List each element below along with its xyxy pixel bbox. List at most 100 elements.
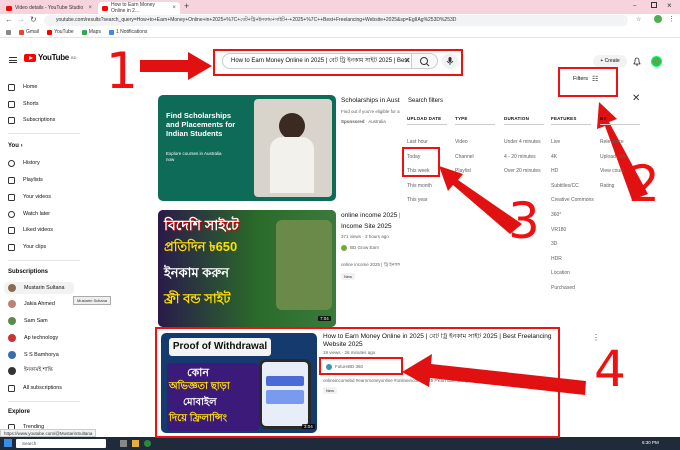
filter-option[interactable]: This month [407, 183, 432, 189]
filter-option[interactable]: Under 4 minutes [504, 139, 541, 145]
taskbar-app-icon[interactable] [120, 440, 127, 447]
filter-option[interactable]: Playlist [455, 168, 471, 174]
filter-column-heading: BY [600, 116, 607, 121]
video-title[interactable]: online income 2025 | [341, 212, 407, 220]
apps-icon[interactable] [6, 29, 11, 35]
bookmark-notifications[interactable]: 1 Notifications [108, 29, 147, 35]
history-icon [8, 159, 15, 167]
sidebar-item-home[interactable]: Home [8, 81, 37, 93]
bookmark-youtube[interactable]: YouTube [47, 29, 74, 35]
bookmarks-bar: Gmail YouTube Maps 1 Notifications [0, 27, 680, 38]
filter-column-heading: TYPE [455, 116, 468, 121]
close-tab-icon[interactable]: × [88, 5, 92, 11]
reload-icon[interactable]: ↻ [30, 15, 37, 24]
close-filters-icon[interactable]: ✕ [632, 93, 640, 104]
sidebar-item-watch-later[interactable]: Watch later [8, 208, 50, 220]
annotation-number-1: 1 [106, 42, 138, 100]
close-tab-icon[interactable]: × [172, 5, 176, 11]
more-menu-icon[interactable]: ⋮ [668, 15, 675, 23]
sidebar-item-shorts[interactable]: Shorts [8, 98, 39, 110]
filter-option[interactable]: 360° [551, 212, 561, 218]
filter-option[interactable]: Purchased [551, 285, 575, 291]
subscriptions-heading: Subscriptions [8, 269, 49, 275]
filter-option[interactable]: VR180 [551, 227, 566, 233]
video-thumbnail[interactable]: বিদেশি সাইটে প্রতিদিন ৳650 ইনকাম করুন ফ্… [158, 210, 336, 327]
bookmark-gmail[interactable]: Gmail [19, 29, 39, 35]
filter-option[interactable]: Channel [455, 154, 474, 160]
filter-option[interactable]: Location [551, 270, 570, 276]
filter-option[interactable]: View count [600, 168, 624, 174]
taskbar-chrome-icon[interactable] [144, 440, 151, 447]
maximize-button[interactable] [651, 2, 657, 8]
list-icon [8, 384, 15, 392]
filter-option[interactable]: 3D [551, 241, 557, 247]
bookmark-star-icon[interactable]: ☆ [636, 16, 641, 23]
tab-search-results[interactable]: How to Earn Money Online in 2... × [98, 2, 180, 14]
filter-option[interactable]: Rating [600, 183, 614, 189]
filter-option[interactable]: Subtitles/CC [551, 183, 579, 189]
sidebar-item-history[interactable]: History [8, 157, 40, 169]
sidebar-item-liked-videos[interactable]: Liked videos [8, 224, 53, 236]
video-channel[interactable]: BD Grow Earn [341, 245, 379, 251]
sidebar-channel-sam[interactable]: Sam Sam [8, 315, 48, 327]
filter-option[interactable]: Over 20 minutes [504, 168, 541, 174]
filter-option[interactable]: Video [455, 139, 468, 145]
url-field[interactable]: youtube.com/results?search_query=How+to+… [44, 15, 628, 26]
bookmark-maps[interactable]: Maps [81, 29, 101, 35]
filter-option[interactable]: 4 - 20 minutes [504, 154, 536, 160]
forward-arrow-icon[interactable]: → [17, 15, 25, 24]
sidebar-item-your-clips[interactable]: Your clips [8, 241, 46, 253]
sidebar-channel-mustarin[interactable]: Mustarin Sultana [4, 282, 74, 294]
filter-option[interactable]: Upload date [600, 154, 627, 160]
ad-thumbnail[interactable]: Find Scholarships and Placements for Ind… [158, 95, 336, 201]
profile-icon[interactable] [654, 15, 662, 23]
channel-avatar [8, 334, 16, 342]
filter-option[interactable]: Today [407, 154, 420, 160]
highlight-box-filters [558, 67, 618, 97]
filter-column-divider [600, 124, 640, 125]
address-bar-row: ← → ↻ youtube.com/results?search_query=H… [0, 14, 680, 27]
minimize-button[interactable]: – [633, 3, 636, 9]
sidebar-channel-ss-bamhorya[interactable]: S S Bamhorya [8, 349, 59, 361]
filter-option[interactable]: Relevance [600, 139, 624, 145]
filter-option[interactable]: Live [551, 139, 560, 145]
taskbar-search-input[interactable]: Search [16, 439, 106, 448]
clock: 6:30 PM [642, 440, 659, 445]
filter-option[interactable]: This year [407, 197, 428, 203]
hamburger-menu-icon[interactable] [9, 57, 17, 63]
sidebar-item-subscriptions[interactable]: Subscriptions [8, 114, 55, 126]
filter-option[interactable]: Last hour [407, 139, 428, 145]
filter-option[interactable]: 4K [551, 154, 557, 160]
sidebar-channel-jakia[interactable]: Jakia Ahmed [8, 298, 55, 310]
filter-column-heading: UPLOAD DATE [407, 116, 442, 121]
youtube-logo[interactable]: YouTube BD [24, 53, 77, 62]
filter-column-divider [551, 124, 591, 125]
tab-video-details[interactable]: Video details - YouTube Studio × [2, 2, 96, 14]
sidebar-channel-incomei-shanti[interactable]: ইনকামই শান্তি [8, 365, 53, 377]
you-heading[interactable]: You › [8, 143, 23, 149]
new-tab-button[interactable]: + [184, 1, 189, 11]
start-icon[interactable] [4, 439, 12, 447]
playlists-icon [8, 176, 15, 184]
annotation-number-3: 3 [508, 192, 540, 250]
sidebar-item-your-videos[interactable]: Your videos [8, 191, 51, 203]
video-title[interactable]: Scholarships in Austra [341, 97, 401, 105]
filter-option[interactable]: This week [407, 168, 430, 174]
sidebar-item-playlists[interactable]: Playlists [8, 174, 43, 186]
video-title-line2[interactable]: Income Site 2025 [341, 223, 392, 231]
filter-option[interactable]: HDR [551, 256, 562, 262]
sidebar-channel-ap-technology[interactable]: Ap technology [8, 332, 58, 344]
account-avatar[interactable] [651, 56, 662, 67]
video-meta: 371 views · 3 hours ago [341, 234, 389, 239]
filter-option[interactable]: Creative Commons [551, 197, 594, 203]
channel-tooltip: Mustarin Sultana [73, 296, 112, 305]
taskbar-folder-icon[interactable] [132, 440, 139, 447]
filter-option[interactable]: HD [551, 168, 558, 174]
notifications-bell-icon[interactable] [633, 57, 641, 66]
back-arrow-icon[interactable]: ← [5, 15, 13, 24]
tab-label: How to Earn Money Online in 2... [111, 2, 155, 14]
thumb-text-line: ইনকাম করুন [164, 265, 230, 280]
channel-avatar [8, 317, 16, 325]
sidebar-all-subscriptions[interactable]: All subscriptions [8, 382, 62, 394]
close-window-button[interactable]: × [667, 1, 672, 10]
